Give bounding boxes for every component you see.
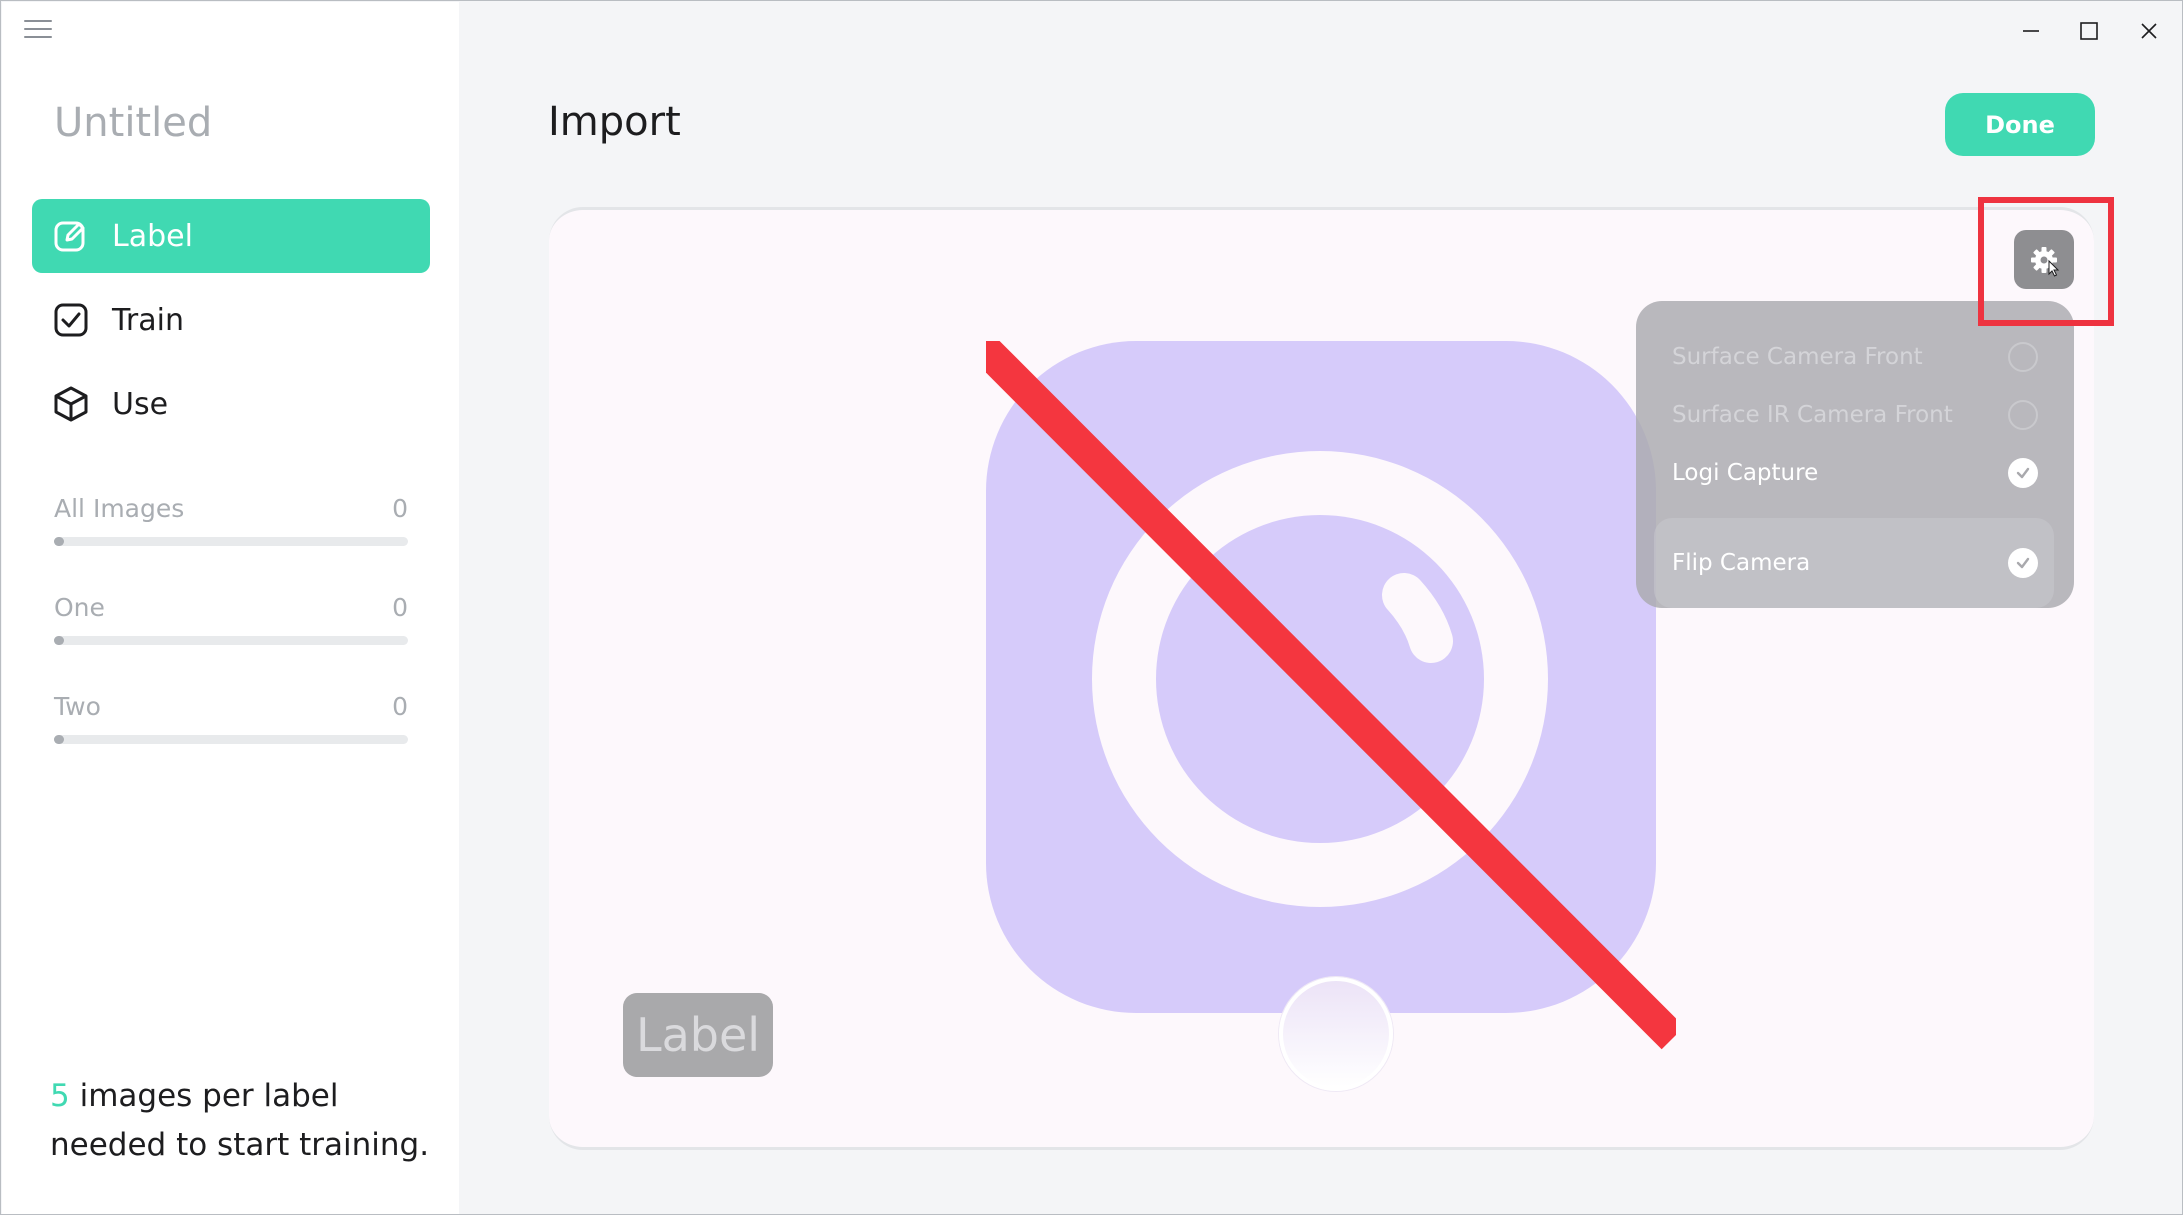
- app-window: Untitled Label Train Use All Images 0 One…: [0, 0, 2183, 1215]
- label-row-all-images[interactable]: All Images 0: [54, 494, 408, 546]
- flip-camera-toggle[interactable]: Flip Camera: [1654, 518, 2054, 608]
- camera-source-menu: Surface Camera Front Surface IR Camera F…: [1636, 301, 2074, 608]
- close-icon: [2141, 23, 2157, 39]
- shutter-button[interactable]: [1279, 977, 1393, 1091]
- hamburger-menu-icon[interactable]: [24, 20, 52, 42]
- check-icon: [2008, 548, 2038, 578]
- nav-use-text: Use: [112, 386, 169, 422]
- label-count: 0: [392, 692, 408, 721]
- minimize-button[interactable]: [2001, 9, 2061, 53]
- sidebar: Untitled Label Train Use All Images 0 One…: [2, 2, 459, 1214]
- done-button[interactable]: Done: [1945, 93, 2095, 156]
- label-row-two[interactable]: Two 0: [54, 692, 408, 744]
- training-hint: 5 images per label needed to start train…: [50, 1072, 430, 1170]
- camera-disabled-icon: [986, 341, 1676, 1050]
- label-name: One: [54, 593, 105, 622]
- nav-train[interactable]: Train: [32, 283, 430, 357]
- label-progress-bar: [54, 735, 408, 744]
- camera-option-label: Surface IR Camera Front: [1672, 402, 1953, 428]
- label-progress-bar: [54, 636, 408, 645]
- label-name: All Images: [54, 494, 185, 523]
- label-progress-bar: [54, 537, 408, 546]
- minimize-icon: [2023, 30, 2039, 32]
- label-count: 0: [392, 494, 408, 523]
- camera-option-label: Flip Camera: [1672, 550, 1811, 576]
- maximize-icon: [2080, 22, 2098, 40]
- maximize-button[interactable]: [2059, 9, 2119, 53]
- camera-option[interactable]: Surface IR Camera Front: [1654, 387, 2054, 443]
- edit-icon: [52, 217, 90, 255]
- hint-number: 5: [50, 1078, 70, 1114]
- page-title: Import: [548, 99, 681, 145]
- label-row-one[interactable]: One 0: [54, 593, 408, 645]
- nav-use[interactable]: Use: [32, 367, 430, 441]
- cube-icon: [52, 385, 90, 423]
- radio-unselected-icon: [2008, 400, 2038, 430]
- label-name: Two: [54, 692, 101, 721]
- camera-option[interactable]: Logi Capture: [1654, 445, 2054, 501]
- camera-option[interactable]: Surface Camera Front: [1654, 329, 2054, 385]
- highlight-annotation: [1978, 197, 2114, 326]
- camera-option-label: Logi Capture: [1672, 460, 1819, 486]
- check-icon: [2008, 458, 2038, 488]
- label-chip[interactable]: Label: [623, 993, 773, 1077]
- hint-text: images per label needed to start trainin…: [50, 1078, 430, 1163]
- nav-label[interactable]: Label: [32, 199, 430, 273]
- checkbox-icon: [52, 301, 90, 339]
- project-title[interactable]: Untitled: [54, 100, 212, 146]
- camera-option-label: Surface Camera Front: [1672, 344, 1923, 370]
- close-button[interactable]: [2119, 9, 2179, 53]
- label-count: 0: [392, 593, 408, 622]
- nav-label-text: Label: [112, 218, 193, 254]
- nav-train-text: Train: [112, 302, 184, 338]
- radio-unselected-icon: [2008, 342, 2038, 372]
